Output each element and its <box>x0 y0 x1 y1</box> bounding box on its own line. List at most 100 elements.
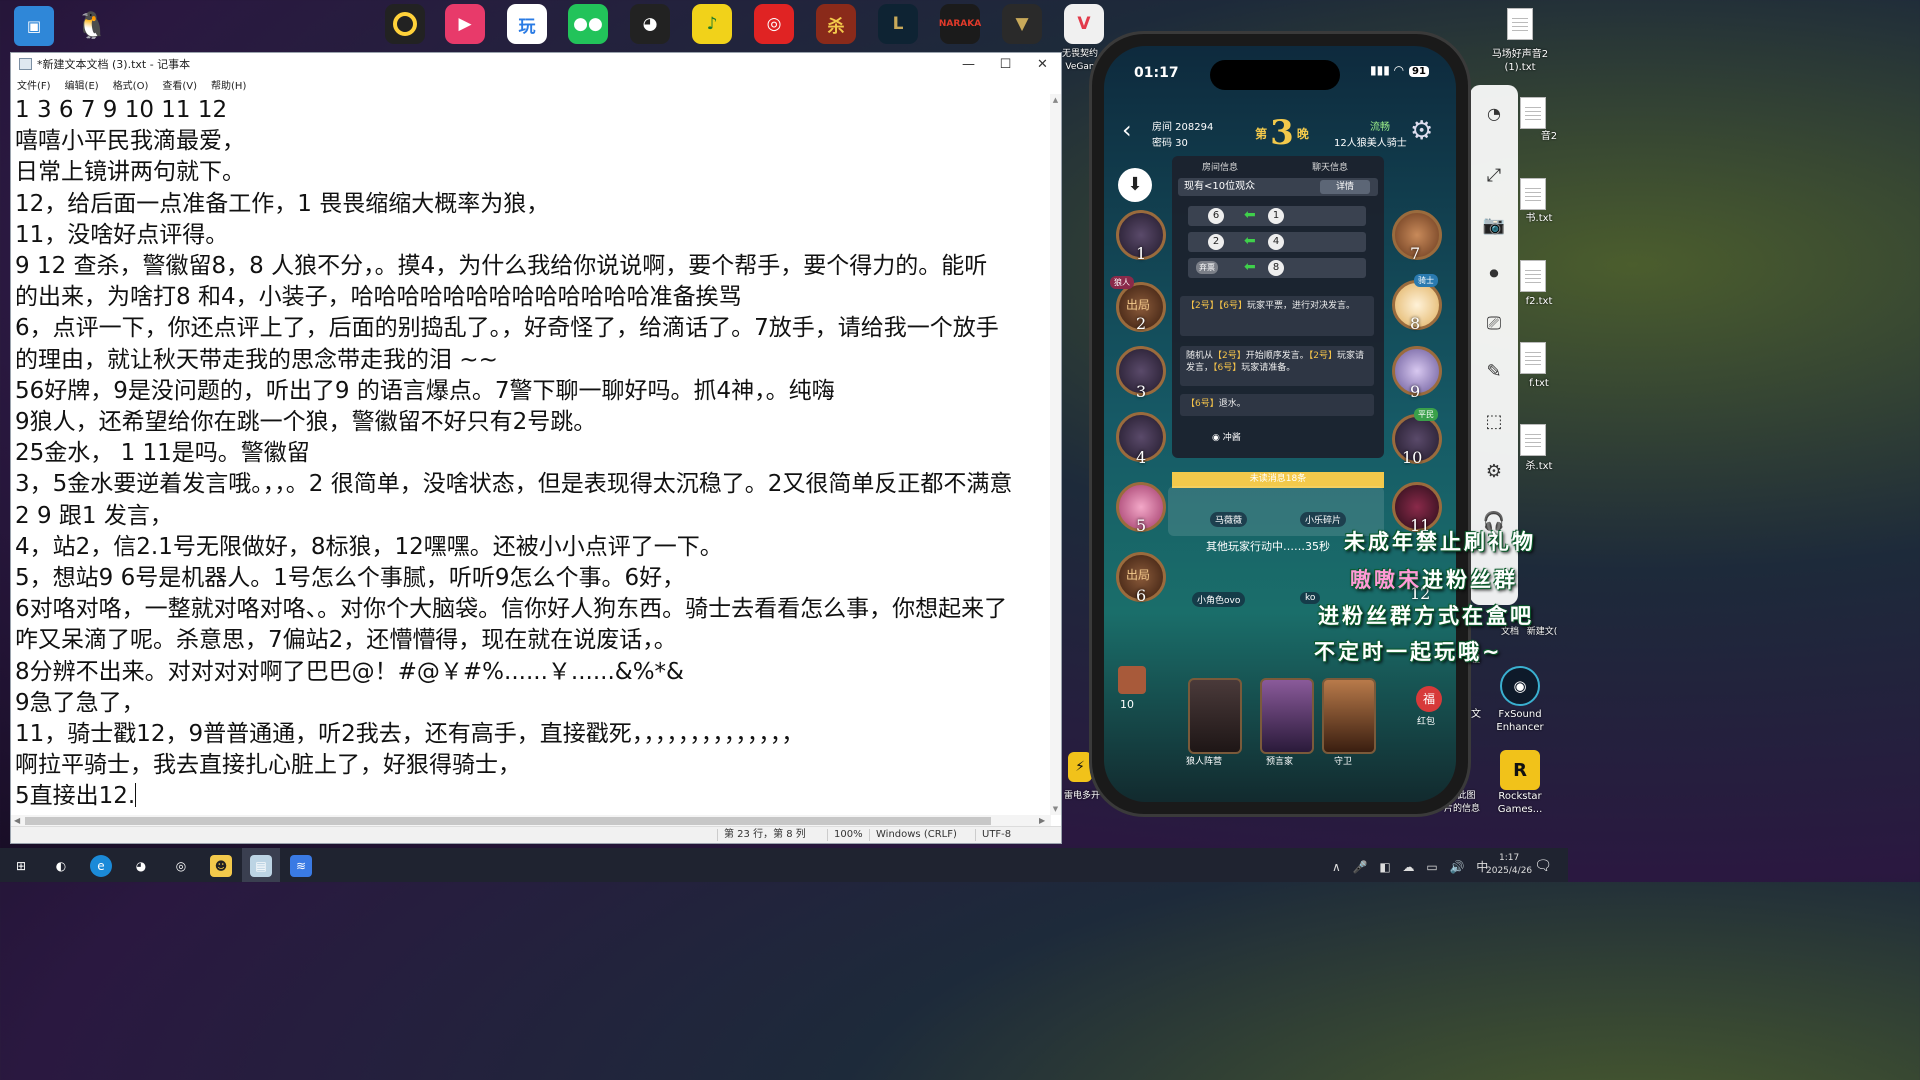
maximize-button[interactable]: ☐ <box>987 53 1024 75</box>
menu-help[interactable]: 帮助(H) <box>211 77 246 92</box>
rockstar-icon[interactable]: R <box>1500 750 1540 790</box>
system-tray[interactable]: ∧ 🎤 ◧ ☁ ▭ 🔊 中 <box>1332 858 1492 875</box>
tab-chat-info[interactable]: 聊天信息 <box>1312 160 1348 173</box>
phone-screen[interactable]: 01:17 ▮▮▮ ◠ 91 ‹ 房间 208294 密码 30 第 3 晚 流… <box>1104 46 1456 802</box>
file-label[interactable]: 杀.txt <box>1520 460 1558 473</box>
title-bar[interactable]: *新建文本文档 (3).txt - 记事本 — ☐ ✕ <box>11 53 1061 75</box>
netease-music-icon[interactable]: ◎ <box>754 4 794 44</box>
role-card-guard[interactable] <box>1322 678 1376 754</box>
notepad-taskbar-icon[interactable]: ▤ <box>250 855 272 877</box>
msg-text: 退水。 <box>1218 399 1246 409</box>
txt-file-icon[interactable] <box>1520 342 1546 374</box>
out-label: 出局 <box>1126 568 1151 582</box>
text-line: 啊拉平骑士，我去直接扎心脏上了，好狠得骑士， <box>15 752 521 779</box>
download-icon[interactable]: ⬇ <box>1118 168 1152 202</box>
horizontal-scroll-thumb[interactable] <box>25 817 991 825</box>
notification-icon[interactable]: 🗨 <box>1532 855 1554 877</box>
edge-icon[interactable]: e <box>90 855 112 877</box>
ldplayer-icon[interactable]: ⚡ <box>1068 752 1092 782</box>
game-app-icon[interactable]: ☻ <box>210 855 232 877</box>
room-info-panel: 房间信息 聊天信息 现有<10位观众 详情 6 ⬅ 1 2 ⬅ 4 弃票 ⬅ 8 <box>1172 156 1384 458</box>
red-packet-icon[interactable]: 福 <box>1416 686 1442 712</box>
screen-cast-icon[interactable]: ⎚ <box>1480 309 1508 337</box>
this-pc-icon[interactable]: ▣ <box>14 6 54 46</box>
file-label[interactable]: f2.txt <box>1520 295 1558 308</box>
seat-number: 7 <box>1410 244 1421 263</box>
txt-file-icon[interactable] <box>1520 424 1546 456</box>
txt-file-icon[interactable] <box>1520 260 1546 292</box>
menu-format[interactable]: 格式(O) <box>113 77 149 92</box>
steam-icon[interactable]: ◐ <box>50 855 72 877</box>
menu-file[interactable]: 文件(F) <box>17 77 51 92</box>
system-message: 【2号】【6号】玩家平票，进行对决发言。 <box>1180 296 1374 336</box>
qq-game-icon[interactable]: 🐧 <box>72 6 112 46</box>
system-message: 【6号】退水。 <box>1180 394 1374 416</box>
txt-file-icon[interactable] <box>1520 97 1546 129</box>
league-of-legends-icon[interactable]: L <box>878 4 918 44</box>
naraka-game-icon[interactable]: NARAKA <box>939 4 981 44</box>
game-shield-icon[interactable]: ▼ <box>1002 4 1042 44</box>
back-arrow-icon[interactable]: ‹ <box>1122 116 1132 144</box>
games-beta-icon[interactable]: 玩 <box>507 4 547 44</box>
card-label: 狼人阵营 <box>1186 757 1223 767</box>
sanguo-game-icon[interactable]: 杀 <box>816 4 856 44</box>
speaking-indicator: ◉ 冲酱 <box>1212 433 1241 443</box>
music-app-icon[interactable]: ♪ <box>692 4 732 44</box>
text-editor[interactable]: 1 3 6 7 9 10 11 12 嘻嘻小平民我滴最爱， 日常上镜讲两句就下。… <box>11 94 1051 815</box>
brush-icon[interactable]: ✎ <box>1480 357 1508 385</box>
text-line: 1 3 6 7 9 10 11 12 <box>15 97 228 123</box>
seat-number: 10 <box>1402 448 1423 467</box>
browser-icon[interactable]: ◕ <box>130 855 152 877</box>
tab-room-info[interactable]: 房间信息 <box>1202 160 1238 173</box>
taskbar-clock[interactable]: 1:17 2025/4/26 <box>1486 852 1532 878</box>
text-line: 9狼人，还希望给你在跳一个狼，警徽留不好只有2号跳。 <box>15 409 597 436</box>
video-app-icon[interactable]: ▶ <box>445 4 485 44</box>
fxsound-label[interactable]: FxSound Enhancer <box>1492 708 1548 734</box>
avatar-icon[interactable]: ◔ <box>1480 99 1508 127</box>
my-avatar[interactable] <box>1118 666 1146 694</box>
txt-file-icon[interactable] <box>1520 178 1546 210</box>
text-line: 5，想站9 6号是机器人。1号怎么个事腻，听听9怎么个事。6好， <box>15 565 686 592</box>
ldplayer-label[interactable]: 雷电多开 <box>1062 790 1102 803</box>
qq-penguin-icon[interactable]: ◕ <box>630 4 670 44</box>
role-card-seer[interactable] <box>1260 678 1314 754</box>
fullscreen-icon[interactable]: ⤢ <box>1480 161 1508 189</box>
arrow-left-icon: ⬅ <box>1244 233 1256 249</box>
file-label[interactable]: 马场好声音2 (1).txt <box>1484 48 1556 74</box>
msg-highlight: 【2号】 <box>1308 351 1337 361</box>
night-counter: 第 3 晚 <box>1252 108 1312 158</box>
settings-icon[interactable]: ⚙ <box>1480 457 1508 485</box>
taskbar-time: 1:17 <box>1498 853 1520 863</box>
wechat-icon[interactable]: ●● <box>568 4 608 44</box>
file-label[interactable]: 书.txt <box>1520 212 1558 225</box>
vote-row: 2 ⬅ 4 <box>1188 232 1366 252</box>
obs-icon[interactable]: ◎ <box>170 855 192 877</box>
file-label[interactable]: 文 <box>1466 708 1486 721</box>
seat-number: 8 <box>1410 314 1421 333</box>
clock-app-icon[interactable] <box>385 4 425 44</box>
others-acting-text: 其他玩家行动中……35秒 <box>1206 540 1330 553</box>
gear-icon[interactable]: ⚙ <box>1410 116 1433 146</box>
rockstar-label[interactable]: Rockstar Games... <box>1490 790 1550 816</box>
arrow-left-icon: ⬅ <box>1244 259 1256 275</box>
scroll-up-icon[interactable]: ▲ <box>1050 94 1061 106</box>
select-area-icon[interactable]: ⬚ <box>1480 407 1508 435</box>
msg-text: 玩家平票，进行对决发言。 <box>1246 301 1355 311</box>
screenshot-icon[interactable]: 📷 <box>1480 211 1508 239</box>
role-card-wolf[interactable] <box>1188 678 1242 754</box>
file-label[interactable]: f.txt <box>1520 377 1558 390</box>
scroll-down-icon[interactable]: ▼ <box>1050 803 1061 815</box>
valorant-icon[interactable]: V <box>1064 4 1104 44</box>
fxsound-icon[interactable]: ◉ <box>1500 666 1540 706</box>
record-icon[interactable]: ⏺ <box>1480 259 1508 287</box>
menu-view[interactable]: 查看(V) <box>162 77 197 92</box>
close-button[interactable]: ✕ <box>1024 53 1061 75</box>
mirror-app-icon[interactable]: ≋ <box>290 855 312 877</box>
vertical-scrollbar[interactable]: ▲ ▼ <box>1050 94 1061 815</box>
file-label[interactable]: 音2 <box>1530 130 1568 143</box>
txt-file-icon[interactable] <box>1507 8 1533 40</box>
menu-edit[interactable]: 编辑(E) <box>65 77 99 92</box>
windows-start-icon[interactable]: ⊞ <box>10 855 32 877</box>
minimize-button[interactable]: — <box>950 53 987 75</box>
detail-button[interactable]: 详情 <box>1320 180 1370 194</box>
